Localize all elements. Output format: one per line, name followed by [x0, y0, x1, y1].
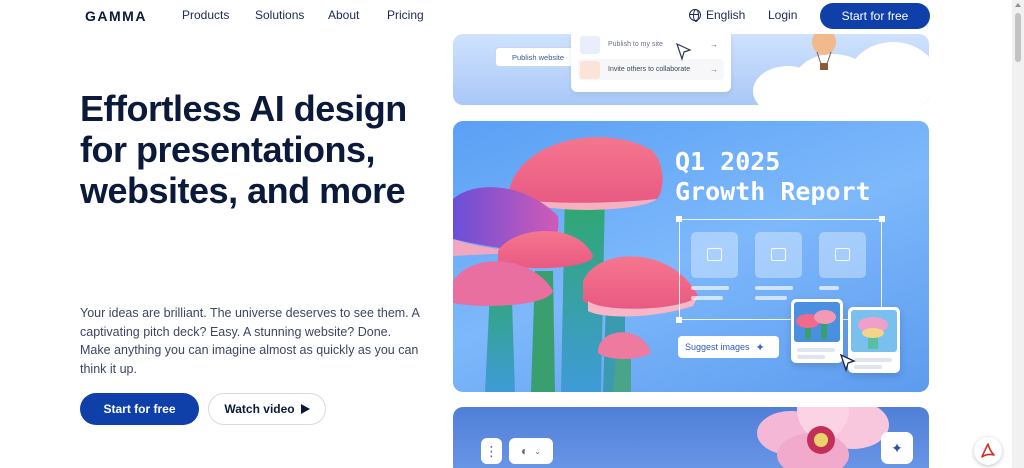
watch-video-button[interactable]: Watch video: [208, 393, 326, 425]
play-icon: [300, 404, 310, 414]
resize-handle[interactable]: [676, 317, 682, 323]
share-option-label: Invite others to collaborate: [608, 66, 691, 73]
text-line-placeholder: [854, 365, 882, 369]
hero-start-free-button[interactable]: Start for free: [80, 393, 199, 425]
more-options-button[interactable]: ⋮: [481, 438, 502, 464]
flower-illustration: [757, 407, 889, 468]
image-placeholder: [755, 232, 802, 278]
vertical-dots-icon: ⋮: [484, 443, 499, 459]
language-selector[interactable]: English: [689, 8, 745, 22]
text-line-placeholder: [797, 355, 825, 359]
mushroom-thumbnail: [794, 302, 840, 342]
scroll-up-arrow-icon[interactable]: [1015, 3, 1021, 7]
globe-icon: [580, 35, 600, 54]
share-option-invite[interactable]: Invite others to collaborate →: [578, 59, 724, 80]
text-line-placeholder: [819, 286, 839, 290]
people-icon: [580, 60, 600, 79]
mushroom-thumbnail: [851, 310, 897, 352]
ai-assistant-button[interactable]: ✦: [881, 432, 913, 464]
language-label: English: [706, 8, 746, 22]
arrow-right-icon: →: [710, 65, 718, 74]
hero-title: Effortless AI design for presentations, …: [80, 88, 407, 211]
nav-link-pricing[interactable]: Pricing: [387, 8, 424, 22]
text-line-placeholder: [854, 358, 892, 362]
nav-link-about[interactable]: About: [328, 8, 359, 22]
text-line-placeholder: [755, 286, 793, 290]
nav-link-solutions[interactable]: Solutions: [255, 8, 304, 22]
login-link[interactable]: Login: [768, 8, 797, 22]
chevron-right-icon: →: [710, 40, 718, 49]
theme-picker-button[interactable]: ◐ ⌄: [509, 438, 553, 464]
image-placeholder: [691, 232, 738, 278]
hot-air-balloon-icon: [812, 34, 836, 70]
top-nav: GAMMA Products Solutions About Pricing E…: [0, 0, 1012, 32]
showcase-card-publish: Publish website Publish to my site → Inv…: [453, 34, 929, 105]
image-placeholder: [819, 232, 866, 278]
hero-subtitle: Your ideas are brilliant. The universe d…: [80, 306, 420, 376]
chevron-down-icon: ⌄: [534, 446, 541, 456]
showcase-card-growth-report: Q1 2025 Growth Report Suggest images ✦: [453, 121, 929, 392]
publish-website-button[interactable]: Publish website: [495, 47, 581, 67]
palette-icon: ◐: [521, 444, 529, 458]
nav-start-free-button[interactable]: Start for free: [820, 3, 930, 29]
share-menu: Publish to my site → Invite others to co…: [571, 34, 731, 92]
gamma-logo[interactable]: GAMMA: [85, 8, 147, 24]
pdf-extension-button[interactable]: [974, 437, 1002, 465]
suggest-images-button[interactable]: Suggest images ✦: [678, 336, 779, 358]
sparkle-icon: ✦: [755, 341, 765, 354]
cursor-icon: [675, 42, 692, 62]
globe-icon: [689, 9, 701, 22]
pdf-icon: [981, 443, 995, 458]
nav-link-products[interactable]: Products: [182, 8, 229, 22]
share-option-label: Publish to my site: [608, 41, 663, 48]
share-option-publish[interactable]: Publish to my site →: [578, 34, 724, 55]
page-scrollbar[interactable]: [1012, 0, 1024, 468]
scrollbar-thumb[interactable]: [1015, 13, 1021, 62]
suggest-images-label: Suggest images: [685, 342, 750, 352]
sparkle-icon: ✦: [891, 439, 903, 456]
resize-handle[interactable]: [879, 216, 885, 222]
report-title: Q1 2025 Growth Report: [675, 147, 871, 207]
report-title-line2: Growth Report: [675, 177, 871, 206]
text-line-placeholder: [755, 296, 787, 300]
text-line-placeholder: [691, 286, 729, 290]
resize-handle[interactable]: [676, 216, 682, 222]
cloud-shape: [848, 42, 929, 105]
showcase-card-editor: ⋮ ◐ ⌄ ✦: [453, 407, 929, 468]
watch-video-label: Watch video: [224, 402, 295, 416]
cursor-icon: [839, 353, 856, 373]
image-suggestion-card[interactable]: [791, 299, 843, 363]
text-line-placeholder: [797, 348, 835, 352]
report-title-line1: Q1 2025: [675, 147, 781, 176]
text-line-placeholder: [691, 296, 723, 300]
